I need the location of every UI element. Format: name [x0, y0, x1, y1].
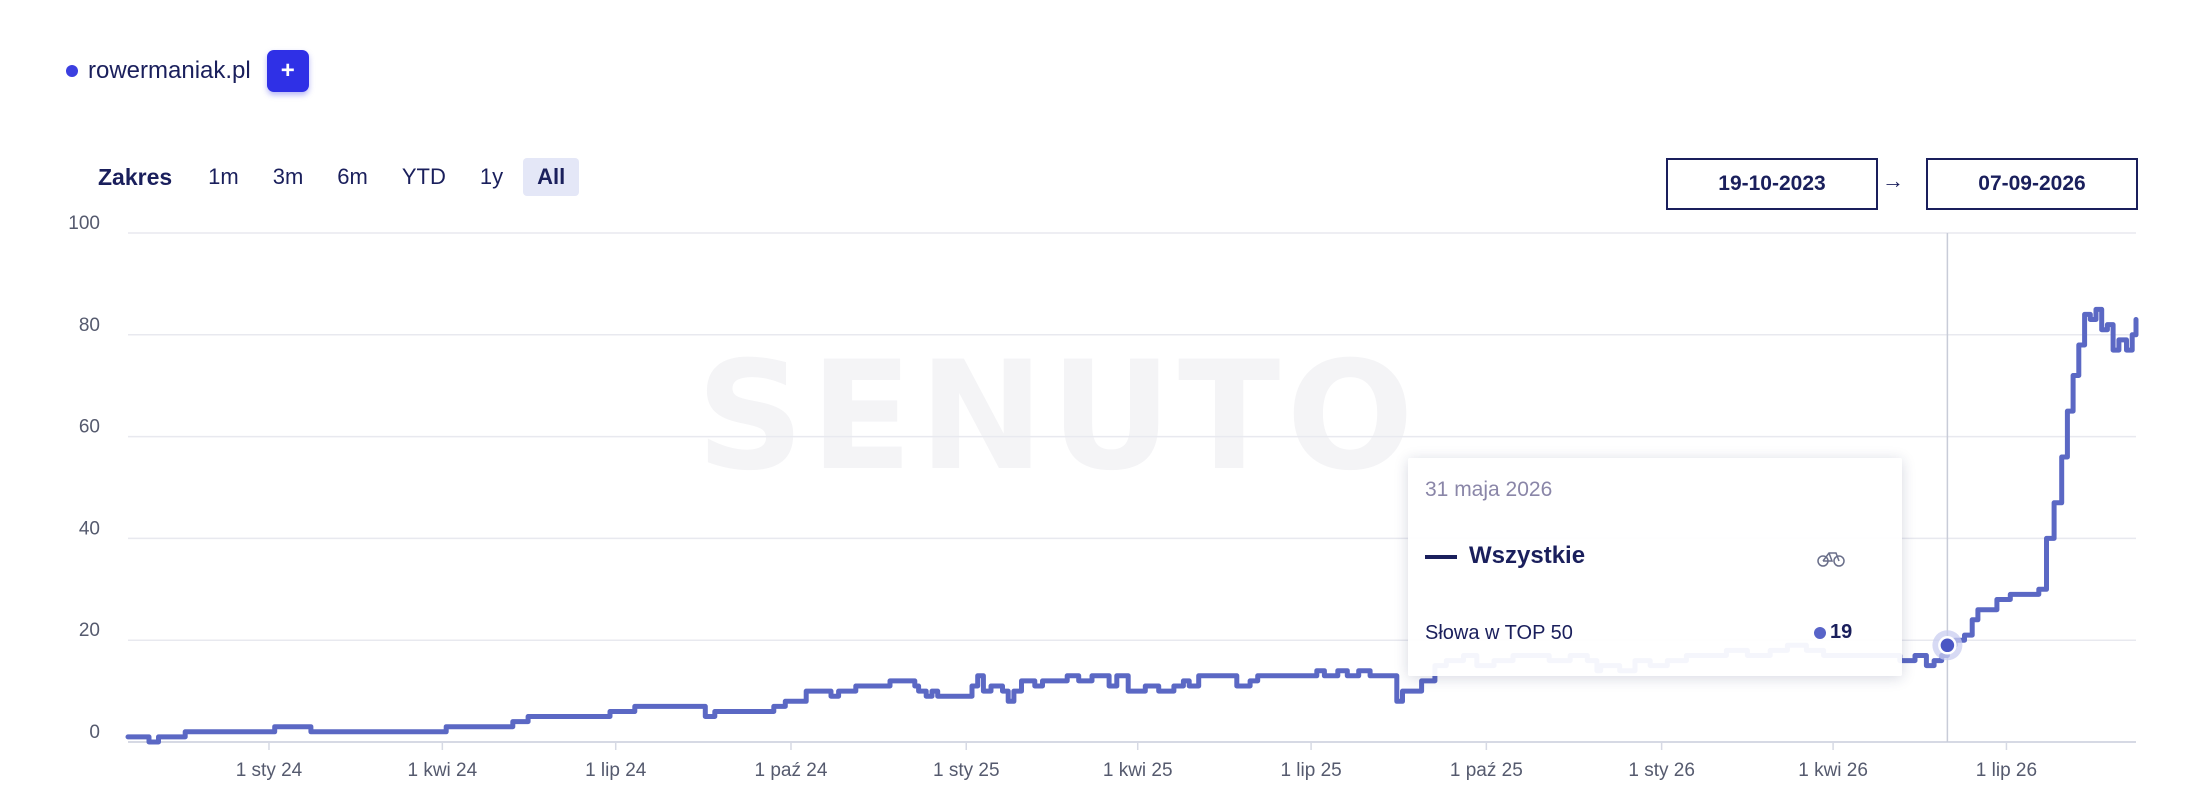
y-axis: 0 20 40 60 80 100	[68, 213, 100, 743]
y-tick-label: 20	[79, 620, 100, 641]
y-tick-label: 100	[68, 213, 100, 234]
x-tick-label: 1 kwi 25	[1103, 760, 1173, 781]
tooltip-date: 31 maja 2026	[1425, 478, 1553, 501]
bicycle-icon	[1817, 552, 1845, 567]
x-tick-label: 1 sty 24	[236, 760, 303, 781]
y-tick-label: 0	[89, 722, 100, 743]
x-tick-label: 1 lip 24	[585, 760, 647, 781]
tooltip-metric-value: 19	[1830, 621, 1853, 643]
series-line-icon	[1425, 555, 1457, 559]
x-tick-label: 1 sty 26	[1628, 760, 1695, 781]
chart-tooltip: 31 maja 2026 Wszystkie Słowa w TOP 50 19	[1408, 458, 1902, 676]
tooltip-series-name: Wszystkie	[1469, 542, 1586, 569]
y-tick-label: 60	[79, 417, 100, 438]
x-tick-label: 1 sty 25	[933, 760, 1000, 781]
x-tick-label: 1 paź 25	[1450, 760, 1523, 781]
x-tick-label: 1 paź 24	[755, 760, 828, 781]
watermark: SENUTO	[696, 330, 1420, 504]
x-tick-label: 1 lip 25	[1280, 760, 1341, 781]
line-chart[interactable]: SENUTO 0 20 40 60 80 100 1 sty 24 1 kwi 24 1 li…	[0, 0, 2200, 800]
highlight-point[interactable]	[1938, 636, 1957, 655]
y-tick-label: 80	[79, 315, 100, 336]
x-tick-label: 1 kwi 26	[1798, 760, 1868, 781]
x-tick-label: 1 kwi 24	[407, 760, 477, 781]
y-tick-label: 40	[79, 518, 100, 539]
highlight-marker	[1932, 630, 1963, 661]
tooltip-metric-label: Słowa w TOP 50	[1425, 622, 1573, 644]
tooltip-value-dot-icon	[1814, 627, 1826, 639]
x-tick-label: 1 lip 26	[1976, 760, 2037, 781]
x-axis: 1 sty 24 1 kwi 24 1 lip 24 1 paź 24 1 sty 25…	[236, 742, 2037, 781]
